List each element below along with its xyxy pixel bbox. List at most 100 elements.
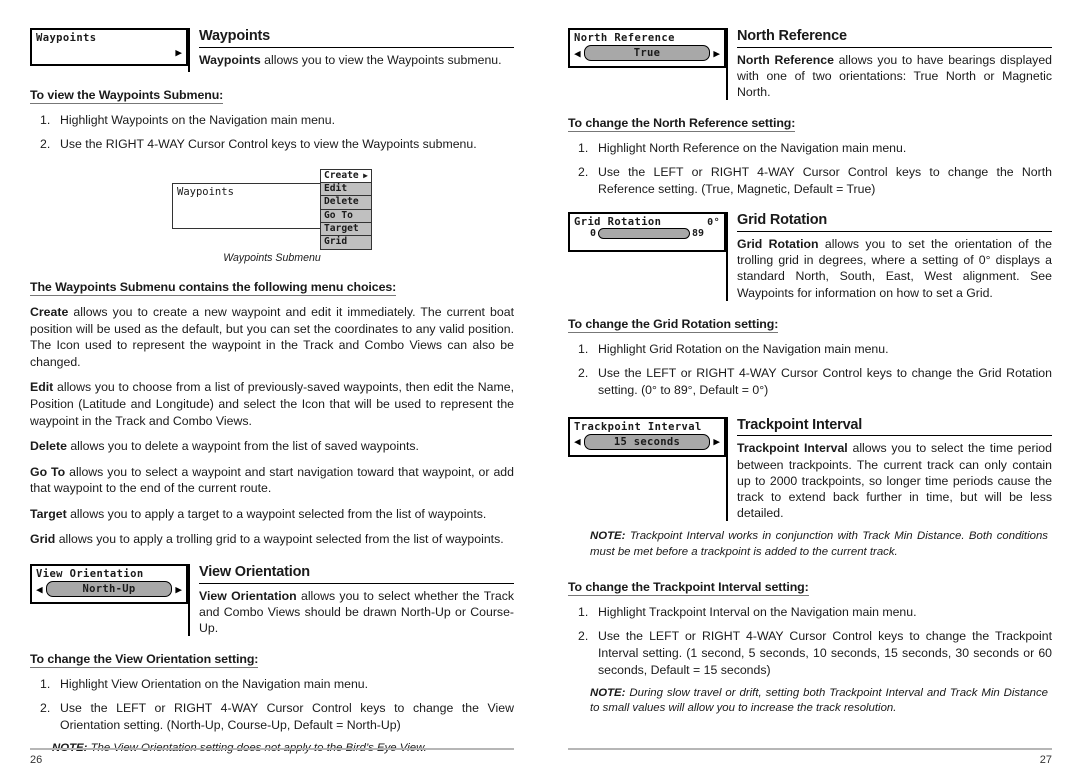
figure-caption: Waypoints Submenu — [223, 251, 321, 264]
chevron-left-icon[interactable]: ◀ — [36, 584, 43, 595]
view-orientation-title-column: View Orientation View Orientation allows… — [188, 564, 514, 637]
section-lead-north-reference: North Reference allows you to have beari… — [737, 52, 1052, 101]
manual-spread: Waypoints ▶ Waypoints Waypoints allows y… — [0, 0, 1080, 780]
waypoints-widget-column: Waypoints ▶ — [30, 28, 188, 66]
menu-item-label: Edit — [324, 183, 348, 195]
figure-graphic: Waypoints Create ▶ Edit Delete Go To Targ… — [172, 168, 372, 250]
footer-rule — [568, 748, 1052, 750]
list-item: Use the LEFT or RIGHT 4-WAY Cursor Contr… — [578, 365, 1052, 397]
choice-edit: Edit allows you to choose from a list of… — [30, 379, 514, 429]
figure-waypoints-submenu: Waypoints Create ▶ Edit Delete Go To Targ… — [30, 168, 514, 264]
section-north-reference: North Reference ◀ True ▶ North Reference… — [568, 28, 1052, 101]
list-item: Use the RIGHT 4-WAY Cursor Control keys … — [40, 136, 477, 153]
choice-text: allows you to apply a target to a waypoi… — [66, 506, 487, 521]
chevron-right-icon[interactable]: ▶ — [175, 584, 182, 595]
list-item: Use the LEFT or RIGHT 4-WAY Cursor Contr… — [578, 628, 1052, 677]
steps-view-waypoints-submenu: Highlight Waypoints on the Navigation ma… — [30, 112, 514, 153]
note-label: NOTE: — [590, 686, 626, 699]
choice-create: Create allows you to create a new waypoi… — [30, 304, 514, 370]
subhead-change-trackpoint-interval: To change the Trackpoint Interval settin… — [568, 580, 809, 597]
lcd-widget-north-reference[interactable]: North Reference ◀ True ▶ — [568, 28, 726, 68]
list-item: Highlight View Orientation on the Naviga… — [40, 676, 369, 693]
figure-submenu-list: Create ▶ Edit Delete Go To Target Grid — [320, 168, 372, 250]
lcd-value-trackpoint-interval[interactable]: 15 seconds — [583, 433, 711, 450]
chevron-right-icon[interactable]: ▶ — [713, 436, 720, 447]
section-lead-grid-rotation: Grid Rotation allows you to set the orie… — [737, 236, 1052, 301]
lcd-label-trackpoint-interval: Trackpoint Interval — [570, 419, 724, 433]
lcd-label-north-reference: North Reference — [570, 30, 724, 44]
chevron-right-icon: ▶ — [363, 170, 368, 180]
list-item[interactable]: Delete — [321, 196, 371, 210]
lcd-value-grid-rotation: 0° — [707, 217, 720, 229]
lead-term: View Orientation — [199, 588, 297, 603]
chevron-right-icon[interactable]: ▶ — [175, 47, 182, 58]
slider-min-label: 0 — [589, 228, 596, 240]
steps-change-view-orientation: Highlight View Orientation on the Naviga… — [30, 676, 514, 734]
list-item: Highlight Trackpoint Interval on the Nav… — [578, 604, 917, 621]
choice-go-to: Go To allows you to select a waypoint an… — [30, 464, 514, 497]
north-reference-title-column: North Reference North Reference allows y… — [726, 28, 1052, 101]
lead-term: Trackpoint Interval — [737, 441, 848, 456]
section-lead-waypoints: Waypoints allows you to view the Waypoin… — [199, 52, 514, 68]
choice-target: Target allows you to apply a target to a… — [30, 506, 514, 523]
list-item: Highlight Grid Rotation on the Navigatio… — [578, 341, 889, 358]
page-number: 27 — [1039, 754, 1052, 766]
chevron-left-icon[interactable]: ◀ — [574, 48, 581, 59]
subhead-change-north-reference: To change the North Reference setting: — [568, 116, 796, 133]
section-trackpoint-interval: Trackpoint Interval ◀ 15 seconds ▶ Track… — [568, 416, 1052, 522]
section-view-orientation: View Orientation ◀ North-Up ▶ View Orien… — [30, 564, 514, 637]
menu-item-label: Delete — [324, 196, 359, 208]
page-number: 26 — [30, 754, 43, 766]
lead-term: North Reference — [737, 52, 834, 67]
list-item: Highlight Waypoints on the Navigation ma… — [40, 112, 336, 129]
section-waypoints: Waypoints ▶ Waypoints Waypoints allows y… — [30, 28, 514, 72]
lcd-slider-row[interactable]: 0 89 — [570, 228, 724, 242]
menu-item-label: Grid — [324, 236, 348, 248]
list-item: Use the LEFT or RIGHT 4-WAY Cursor Contr… — [40, 700, 514, 733]
lcd-label-view-orientation: View Orientation — [32, 566, 186, 580]
footer-left: 26 — [30, 748, 514, 766]
footer-right: 27 — [568, 748, 1052, 766]
menu-item-label: Go To — [324, 209, 353, 221]
section-title-view-orientation: View Orientation — [199, 564, 514, 584]
menu-item-label: Create — [324, 169, 359, 181]
section-lead-trackpoint-interval: Trackpoint Interval allows you to select… — [737, 440, 1052, 521]
list-item[interactable]: Grid — [321, 236, 371, 248]
lcd-widget-grid-rotation[interactable]: Grid Rotation 0° 0 89 — [568, 212, 726, 253]
lcd-widget-waypoints[interactable]: Waypoints ▶ — [30, 28, 188, 66]
choice-text: allows you to delete a waypoint from the… — [66, 439, 419, 454]
subhead-submenu-choices: The Waypoints Submenu contains the follo… — [30, 279, 397, 296]
lcd-value-north-reference[interactable]: True — [583, 45, 711, 61]
lcd-label-text: Trackpoint Interval — [574, 420, 702, 433]
lcd-widget-view-orientation[interactable]: View Orientation ◀ North-Up ▶ — [30, 564, 188, 605]
view-orientation-widget-column: View Orientation ◀ North-Up ▶ — [30, 564, 188, 605]
section-title-trackpoint-interval: Trackpoint Interval — [737, 417, 1052, 437]
section-grid-rotation: Grid Rotation 0° 0 89 Grid Rotation Grid… — [568, 212, 1052, 301]
list-item[interactable]: Go To — [321, 210, 371, 223]
choice-term: Create — [30, 304, 69, 319]
lcd-label-text: North Reference — [574, 32, 675, 44]
list-item[interactable]: Create ▶ — [321, 169, 371, 184]
steps-change-grid-rotation: Highlight Grid Rotation on the Navigatio… — [568, 341, 1052, 399]
choice-term: Go To — [30, 464, 66, 479]
lcd-value-view-orientation[interactable]: North-Up — [45, 581, 173, 598]
choice-term: Grid — [30, 532, 56, 547]
list-item[interactable]: Target — [321, 223, 371, 237]
choice-grid: Grid allows you to apply a trolling grid… — [30, 531, 514, 548]
lcd-label-text: View Orientation — [36, 568, 144, 581]
lcd-label-text: Grid Rotation — [574, 216, 662, 229]
choice-text: allows you to apply a trolling grid to a… — [55, 532, 504, 547]
left-page: Waypoints ▶ Waypoints Waypoints allows y… — [0, 0, 540, 780]
list-item[interactable]: Edit — [321, 183, 371, 197]
lcd-widget-trackpoint-interval[interactable]: Trackpoint Interval ◀ 15 seconds ▶ — [568, 416, 726, 457]
lcd-label-waypoints: Waypoints — [32, 30, 186, 44]
menu-item-label: Target — [324, 223, 359, 234]
figure-menu-box: Waypoints — [172, 182, 322, 229]
note-text: Trackpoint Interval works in conjunction… — [590, 530, 1048, 558]
slider-track[interactable] — [597, 228, 690, 240]
grid-rotation-widget-column: Grid Rotation 0° 0 89 — [568, 212, 726, 253]
chevron-right-icon[interactable]: ▶ — [713, 48, 720, 59]
lcd-label-text: Waypoints — [36, 32, 97, 44]
chevron-left-icon[interactable]: ◀ — [574, 436, 581, 447]
footer-rule — [30, 748, 514, 750]
